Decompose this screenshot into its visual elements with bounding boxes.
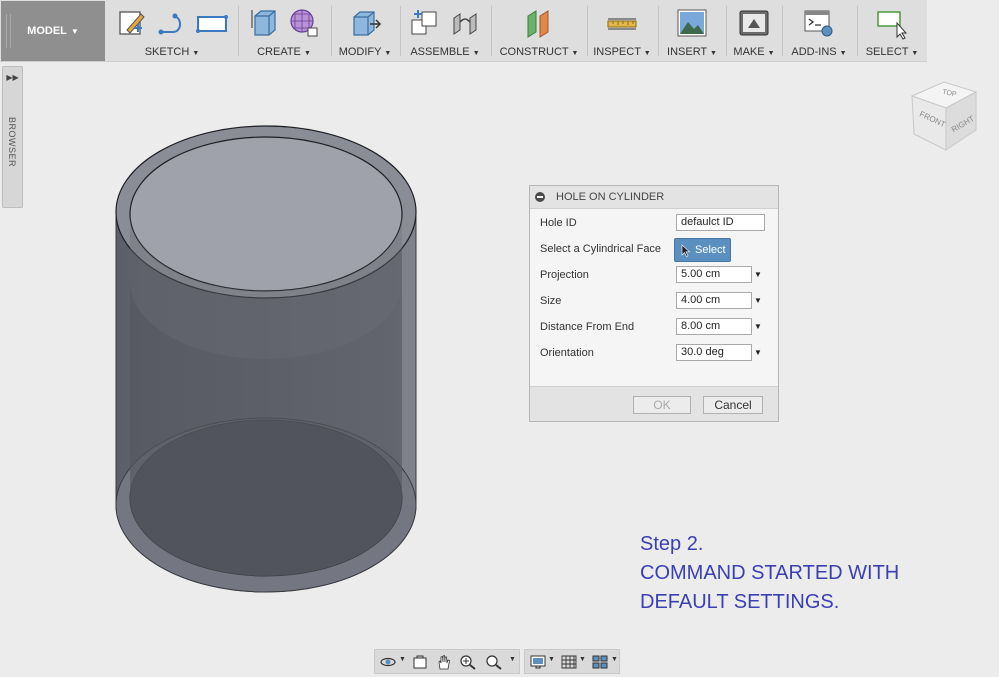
toolbar-group-insert[interactable]: INSERT ▼ (660, 0, 724, 62)
toolbar-group-add-ins[interactable]: ADD-INS ▼ (784, 0, 854, 62)
workspace-switcher[interactable]: MODEL ▼ (1, 1, 105, 61)
select-face-button[interactable]: Select (674, 238, 731, 262)
dialog-header[interactable]: HOLE ON CYLINDER (530, 186, 778, 209)
view-cube[interactable]: TOP FRONT RIGHT (906, 80, 982, 154)
annotation-line: DEFAULT SETTINGS. (640, 591, 840, 613)
collapse-icon[interactable] (535, 192, 545, 202)
chevron-down-icon: ▼ (70, 26, 79, 36)
chevron-down-icon[interactable]: ▼ (548, 656, 555, 663)
grid-settings-icon[interactable] (560, 654, 578, 670)
hole-id-input[interactable]: defaulct ID (676, 214, 765, 231)
toolbar-grip[interactable] (6, 14, 11, 48)
group-label: ADD-INS ▼ (791, 46, 847, 58)
distance-label: Distance From End (540, 321, 635, 333)
orbit-icon[interactable] (379, 654, 397, 670)
distance-dropdown-icon[interactable]: ▼ (754, 322, 762, 331)
toolbar-group-make[interactable]: MAKE ▼ (728, 0, 780, 62)
separator (331, 6, 332, 56)
offset-plane-icon[interactable] (522, 6, 556, 40)
size-dropdown-icon[interactable]: ▼ (754, 296, 762, 305)
press-pull-icon[interactable] (348, 6, 382, 40)
separator (782, 6, 783, 56)
group-label: INSERT ▼ (667, 46, 717, 58)
cancel-button[interactable]: Cancel (703, 396, 763, 414)
browser-panel-toggle[interactable]: ▶▶ BROWSER (2, 66, 23, 208)
separator (491, 6, 492, 56)
zoom-icon[interactable] (459, 654, 477, 670)
separator (857, 6, 858, 56)
face-label: Select a Cylindrical Face (540, 243, 662, 255)
projection-label: Projection (540, 269, 589, 281)
insert-image-icon[interactable] (675, 6, 709, 40)
orientation-label: Orientation (540, 347, 594, 359)
chevron-down-icon[interactable]: ▼ (509, 656, 516, 663)
group-label: MODIFY ▼ (338, 46, 392, 58)
annotation-line: COMMAND STARTED WITH (640, 562, 900, 584)
annotation-line: Step 2. (640, 533, 704, 555)
separator (587, 6, 588, 56)
toolbar-group-select[interactable]: SELECT ▼ (859, 0, 925, 62)
separator (238, 6, 239, 56)
group-label: SELECT ▼ (865, 46, 919, 58)
cylinder-model[interactable] (112, 122, 424, 597)
form-icon[interactable] (287, 6, 321, 40)
dialog-footer: OK Cancel (530, 386, 778, 421)
chevron-down-icon[interactable]: ▼ (611, 656, 618, 663)
dialog-title: HOLE ON CYLINDER (556, 191, 665, 203)
orientation-input[interactable]: 30.0 deg (676, 344, 752, 361)
projection-dropdown-icon[interactable]: ▼ (754, 270, 762, 279)
toolbar-group-modify[interactable]: MODIFY ▼ (333, 0, 397, 62)
pan-icon[interactable] (435, 654, 453, 670)
main-toolbar: MODEL ▼ SKETCH ▼ CREATE ▼ MODIFY ▼ ASSEM… (0, 0, 927, 62)
toolbar-group-sketch[interactable]: SKETCH ▼ (108, 0, 236, 62)
browser-label: BROWSER (7, 117, 17, 168)
new-component-icon[interactable] (408, 6, 442, 40)
expand-icon: ▶▶ (6, 73, 19, 82)
look-at-icon[interactable] (411, 654, 429, 670)
select-button-label: Select (695, 244, 726, 256)
chevron-down-icon[interactable]: ▼ (399, 656, 406, 663)
arc-icon[interactable] (155, 6, 189, 40)
display-settings-icon[interactable] (529, 654, 547, 670)
select-window-icon[interactable] (875, 6, 909, 40)
distance-input[interactable]: 8.00 cm (676, 318, 752, 335)
group-label: SKETCH ▼ (144, 46, 200, 58)
hole-id-label: Hole ID (540, 217, 577, 229)
create-sketch-icon[interactable] (115, 6, 149, 40)
size-input[interactable]: 4.00 cm (676, 292, 752, 309)
viewports-icon[interactable] (591, 654, 609, 670)
step-annotation: Step 2. COMMAND STARTED WITH DEFAULT SET… (640, 530, 899, 617)
toolbar-group-create[interactable]: CREATE ▼ (240, 0, 328, 62)
fit-icon[interactable] (485, 654, 503, 670)
group-label: CONSTRUCT ▼ (499, 46, 579, 58)
toolbar-group-inspect[interactable]: INSPECT ▼ (589, 0, 655, 62)
hole-on-cylinder-dialog: HOLE ON CYLINDER Hole ID defaulct ID Sel… (529, 185, 779, 422)
group-label: ASSEMBLE ▼ (410, 46, 480, 58)
separator (658, 6, 659, 56)
group-label: MAKE ▼ (733, 46, 775, 58)
display-tools-segment: ▼ ▼ ▼ (524, 649, 620, 674)
separator (400, 6, 401, 56)
toolbar-group-assemble[interactable]: ASSEMBLE ▼ (402, 0, 488, 62)
measure-icon[interactable] (605, 6, 639, 40)
cursor-icon (681, 243, 691, 257)
toolbar-group-construct[interactable]: CONSTRUCT ▼ (493, 0, 585, 62)
size-label: Size (540, 295, 562, 307)
workspace-label: MODEL (27, 25, 67, 37)
chevron-down-icon[interactable]: ▼ (579, 656, 586, 663)
extrude-icon[interactable] (247, 6, 281, 40)
group-label: CREATE ▼ (257, 46, 311, 58)
3d-print-icon[interactable] (737, 6, 771, 40)
projection-input[interactable]: 5.00 cm (676, 266, 752, 283)
orientation-dropdown-icon[interactable]: ▼ (754, 348, 762, 357)
joint-icon[interactable] (448, 6, 482, 40)
group-label: INSPECT ▼ (593, 46, 651, 58)
rectangle-icon[interactable] (195, 6, 229, 40)
scripts-icon[interactable] (802, 6, 836, 40)
separator (726, 6, 727, 56)
ok-button[interactable]: OK (633, 396, 691, 414)
nav-tools-segment: ▼ ▼ (374, 649, 520, 674)
navigation-bar: ▼ ▼ ▼ ▼ ▼ (374, 649, 622, 674)
